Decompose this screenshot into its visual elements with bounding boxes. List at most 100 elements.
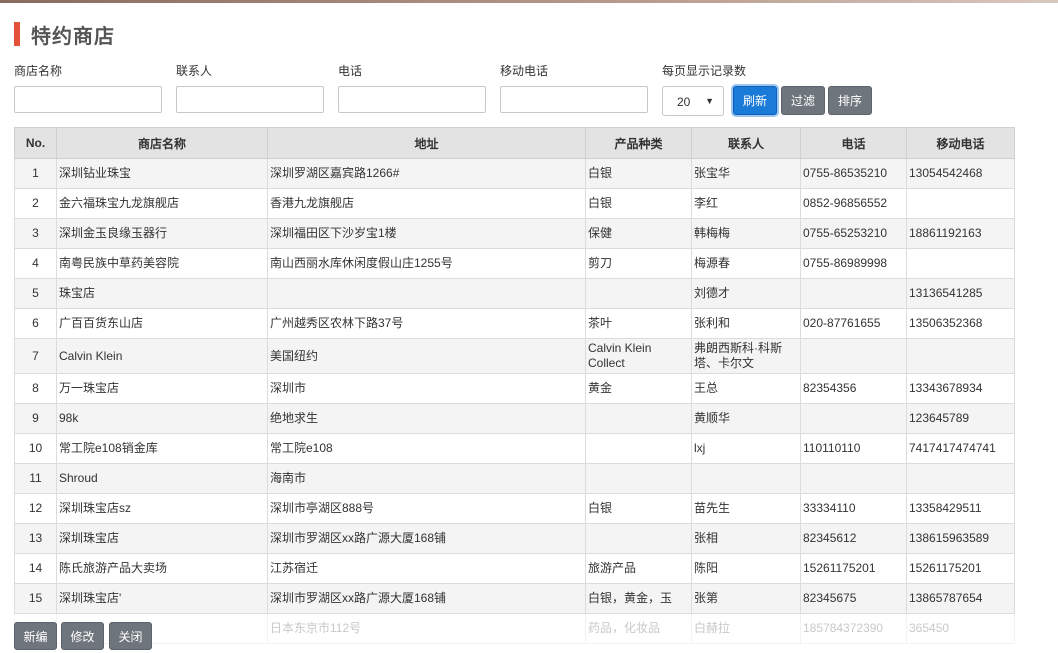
cell-address: 日本东京市112号 xyxy=(267,613,586,644)
page-header: 特约商店 xyxy=(14,21,115,48)
cell-mobile xyxy=(906,248,1015,279)
column-header-phone[interactable]: 电话 xyxy=(800,127,907,159)
cell-product-type xyxy=(585,463,692,494)
table-row[interactable]: 14 陈氏旅游产品大卖场 江苏宿迁 旅游产品 陈阳 15261175201 15261175… xyxy=(14,553,1015,584)
cell-product-type: 药品，化妆品 xyxy=(585,613,692,644)
cell-store-name: 陈氏旅游产品大卖场 xyxy=(56,553,268,584)
top-accent-bar xyxy=(0,0,1058,3)
table-row[interactable]: 12 深圳珠宝店sz 深圳市亭湖区888号 白银 苗先生 33334110 13358429… xyxy=(14,493,1015,524)
cell-address: 常工院e108 xyxy=(267,433,586,464)
table-row[interactable]: 5 珠宝店 刘德才 13136541285 xyxy=(14,278,1015,309)
cell-contact: 韩梅梅 xyxy=(691,218,801,249)
cell-address: 南山西丽水库休闲度假山庄1255号 xyxy=(267,248,586,279)
cell-contact: 刘德才 xyxy=(691,278,801,309)
filter-button[interactable]: 过滤 xyxy=(781,86,825,115)
contact-input[interactable] xyxy=(176,86,324,113)
cell-address: 深圳市 xyxy=(267,373,586,404)
column-header-product-type[interactable]: 产品种类 xyxy=(585,127,692,159)
cell-contact: 黄顺华 xyxy=(691,403,801,434)
cell-address: 海南市 xyxy=(267,463,586,494)
table-row[interactable]: 15 深圳珠宝店' 深圳市罗湖区xx路广源大厦168铺 白银，黄金，玉 张第 823456… xyxy=(14,583,1015,614)
table-row[interactable]: 10 常工院e108销金库 常工院e108 lxj 110110110 741741747… xyxy=(14,433,1015,464)
table-row[interactable]: 16日本东京市112号药品，化妆品白赫拉185784372390365450 xyxy=(14,613,1015,644)
cell-no: 10 xyxy=(14,433,57,464)
cell-store-name: 深圳钻业珠宝 xyxy=(56,158,268,189)
table-row[interactable]: 8 万一珠宝店 深圳市 黄金 王总 82354356 13343678934 xyxy=(14,373,1015,404)
cell-no: 6 xyxy=(14,308,57,339)
cell-mobile: 13136541285 xyxy=(906,278,1015,309)
cell-address: 深圳市罗湖区xx路广源大厦168铺 xyxy=(267,583,586,614)
page-title: 特约商店 xyxy=(31,25,115,48)
table-row[interactable]: 11 Shroud 海南市 xyxy=(14,463,1015,494)
column-header-store-name[interactable]: 商店名称 xyxy=(56,127,268,159)
cell-phone: 0755-86535210 xyxy=(800,158,907,189)
cell-phone: 82345675 xyxy=(800,583,907,614)
column-header-no[interactable]: No. xyxy=(14,127,57,159)
mobile-label: 移动电话 xyxy=(500,64,549,78)
cell-contact: 白赫拉 xyxy=(691,613,801,644)
cell-address xyxy=(267,278,586,309)
table-row[interactable]: 6 广百百货东山店 广州越秀区农林下路37号 茶叶 张利和 020-87761655 135… xyxy=(14,308,1015,339)
cell-contact: 王总 xyxy=(691,373,801,404)
cell-product-type: Calvin Klein Collect xyxy=(585,338,692,374)
table-row[interactable]: 7 Calvin Klein 美国纽约 Calvin Klein Collect 弗朗西… xyxy=(14,338,1015,374)
cell-product-type xyxy=(585,278,692,309)
cell-store-name: 南粤民族中草药美容院 xyxy=(56,248,268,279)
cell-mobile xyxy=(906,338,1015,374)
cell-product-type xyxy=(585,403,692,434)
cell-contact: 李红 xyxy=(691,188,801,219)
cell-product-type xyxy=(585,433,692,464)
page-size-value: 20 xyxy=(677,95,691,109)
table-row[interactable]: 9 98k 绝地求生 黄顺华 123645789 xyxy=(14,403,1015,434)
cell-no: 13 xyxy=(14,523,57,554)
store-name-input[interactable] xyxy=(14,86,162,113)
page-size-select[interactable]: 20 ▼ xyxy=(662,86,724,116)
table-row[interactable]: 3 深圳金玉良缘玉器行 深圳福田区下沙岁宝1楼 保健 韩梅梅 0755-65253210 1… xyxy=(14,218,1015,249)
cell-phone: 0852-96856552 xyxy=(800,188,907,219)
new-button[interactable]: 新编 xyxy=(14,622,57,650)
cell-address: 绝地求生 xyxy=(267,403,586,434)
cell-mobile: 7417417474741 xyxy=(906,433,1015,464)
cell-store-name: Calvin Klein xyxy=(56,338,268,374)
cell-address: 江苏宿迁 xyxy=(267,553,586,584)
cell-store-name: 深圳金玉良缘玉器行 xyxy=(56,218,268,249)
cell-address: 深圳福田区下沙岁宝1楼 xyxy=(267,218,586,249)
cell-no: 12 xyxy=(14,493,57,524)
cell-address: 深圳罗湖区嘉宾路1266# xyxy=(267,158,586,189)
cell-contact: 陈阳 xyxy=(691,553,801,584)
cell-mobile: 13343678934 xyxy=(906,373,1015,404)
cell-product-type: 白银 xyxy=(585,493,692,524)
cell-phone: 0755-65253210 xyxy=(800,218,907,249)
cell-phone: 82354356 xyxy=(800,373,907,404)
cell-mobile: 18861192163 xyxy=(906,218,1015,249)
cell-no: 1 xyxy=(14,158,57,189)
refresh-button[interactable]: 刷新 xyxy=(733,86,777,115)
sort-button[interactable]: 排序 xyxy=(828,86,872,115)
table-row[interactable]: 1 深圳钻业珠宝 深圳罗湖区嘉宾路1266# 白银 张宝华 0755-86535210 13… xyxy=(14,158,1015,189)
cell-contact: 梅源春 xyxy=(691,248,801,279)
cell-mobile: 13506352368 xyxy=(906,308,1015,339)
cell-phone: 33334110 xyxy=(800,493,907,524)
column-header-address[interactable]: 地址 xyxy=(267,127,586,159)
cell-store-name: 深圳珠宝店sz xyxy=(56,493,268,524)
edit-button[interactable]: 修改 xyxy=(61,622,104,650)
cell-contact xyxy=(691,463,801,494)
cell-product-type: 白银 xyxy=(585,158,692,189)
cell-contact: 张第 xyxy=(691,583,801,614)
table-row[interactable]: 2 金六福珠宝九龙旗舰店 香港九龙旗舰店 白银 李红 0852-96856552 xyxy=(14,188,1015,219)
cell-product-type: 黄金 xyxy=(585,373,692,404)
cell-mobile: 365450 xyxy=(906,613,1015,644)
table-row[interactable]: 13 深圳珠宝店 深圳市罗湖区xx路广源大厦168铺 张相 82345612 138615… xyxy=(14,523,1015,554)
close-button[interactable]: 关闭 xyxy=(109,622,152,650)
column-header-mobile[interactable]: 移动电话 xyxy=(906,127,1015,159)
cell-mobile: 13358429511 xyxy=(906,493,1015,524)
phone-input[interactable] xyxy=(338,86,486,113)
mobile-input[interactable] xyxy=(500,86,648,113)
cell-no: 7 xyxy=(14,338,57,374)
cell-product-type: 剪刀 xyxy=(585,248,692,279)
table-row[interactable]: 4 南粤民族中草药美容院 南山西丽水库休闲度假山庄1255号 剪刀 梅源春 0755-86… xyxy=(14,248,1015,279)
cell-mobile xyxy=(906,188,1015,219)
title-accent-marker xyxy=(14,22,20,46)
cell-product-type: 保健 xyxy=(585,218,692,249)
column-header-contact[interactable]: 联系人 xyxy=(691,127,801,159)
